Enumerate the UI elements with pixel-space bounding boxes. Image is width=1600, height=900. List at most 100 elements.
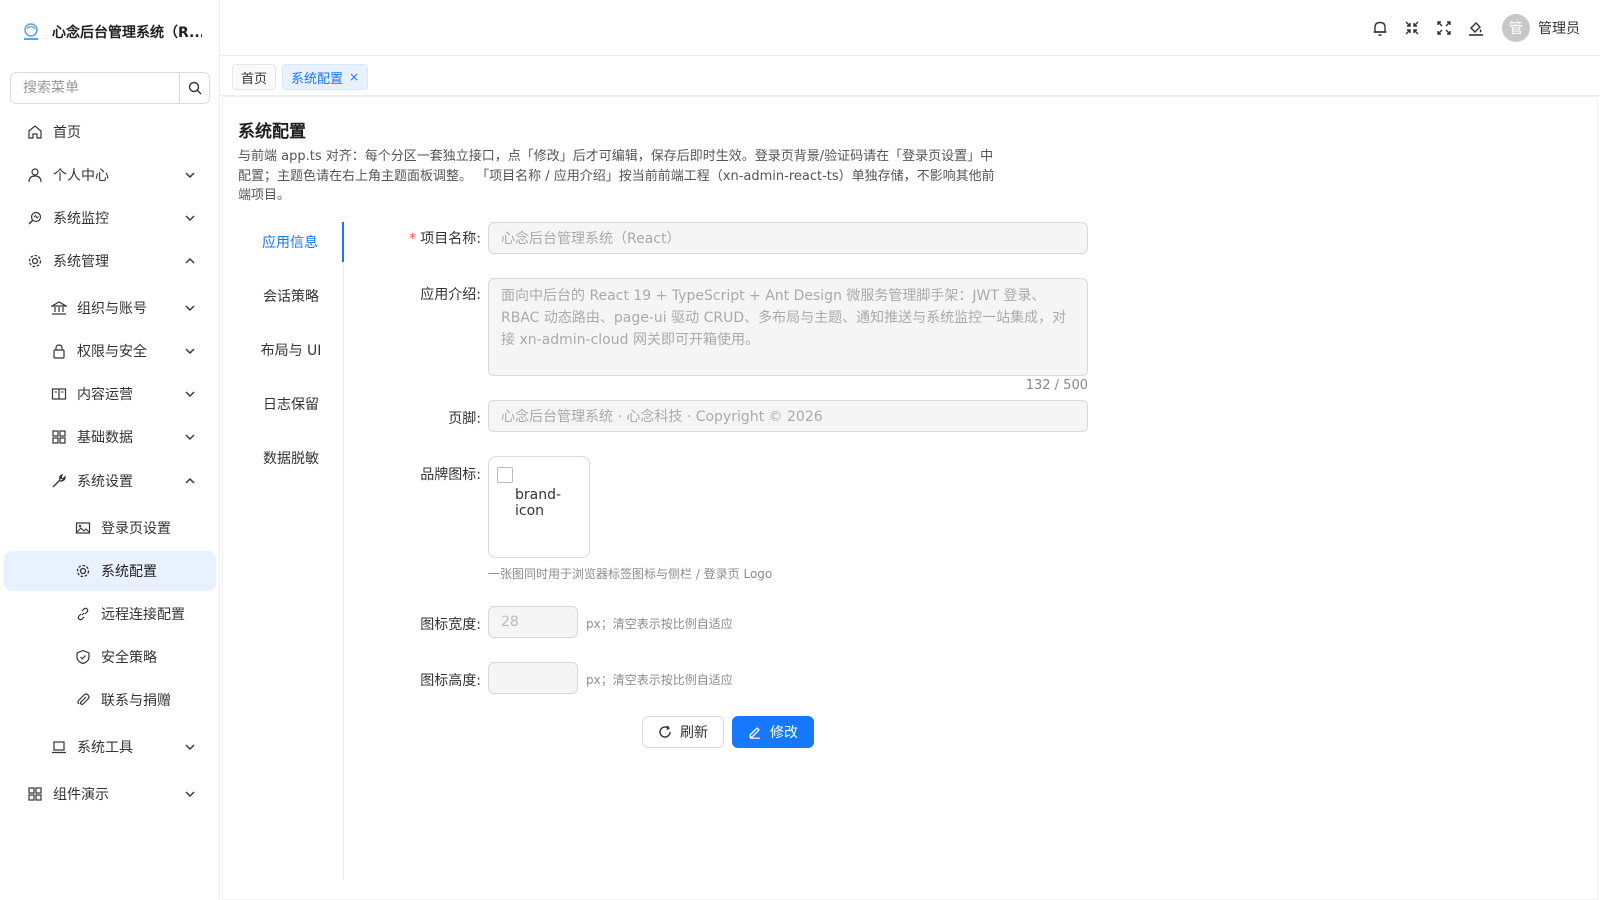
- sidebar-item-label: 首页: [53, 125, 81, 141]
- vtab-session-policy[interactable]: 会话策略: [238, 276, 344, 316]
- grid-icon: [50, 428, 68, 446]
- sidebar-item-label: 组织与账号: [77, 301, 147, 317]
- refresh-label: 刷新: [680, 725, 708, 741]
- project-name-input[interactable]: 心念后台管理系统（React）: [488, 222, 1088, 254]
- icon-width-label: 图标宽度:: [420, 617, 481, 633]
- grid-icon: [26, 785, 44, 803]
- broken-image-icon: [497, 467, 513, 483]
- icon-width-hint: px；清空表示按比例自适应: [586, 617, 733, 631]
- brand-icon-upload[interactable]: brand-icon: [488, 456, 590, 558]
- search-icon: [188, 81, 201, 95]
- brand-logo-icon: [24, 23, 38, 40]
- sidebar-item-login-page-settings[interactable]: 登录页设置: [4, 508, 216, 548]
- sidebar-item-org-account[interactable]: 组织与账号: [4, 288, 216, 328]
- intro-counter: 132 / 500: [1025, 378, 1088, 393]
- vtab-app-info[interactable]: 应用信息: [238, 222, 344, 262]
- refresh-button[interactable]: 刷新: [642, 716, 724, 748]
- sidebar-item-profile[interactable]: 个人中心: [4, 155, 216, 195]
- sidebar-item-remote-connection[interactable]: 远程连接配置: [4, 594, 216, 634]
- icon-height-label: 图标高度:: [420, 673, 481, 689]
- tabs-bar: [220, 56, 1600, 96]
- image-icon: [74, 519, 92, 537]
- sidebar-item-label: 系统设置: [77, 474, 133, 490]
- sidebar-item-basic-data[interactable]: 基础数据: [4, 417, 216, 457]
- sidebar-item-label: 基础数据: [77, 430, 133, 446]
- paperclip-icon: [74, 691, 92, 709]
- sidebar-item-system-settings[interactable]: 系统设置: [4, 461, 216, 501]
- sidebar-item-label: 系统工具: [77, 740, 133, 756]
- collapse-icon[interactable]: [1402, 18, 1422, 38]
- sidebar-item-label: 系统配置: [101, 564, 157, 580]
- brand-icon-hint: 一张图同时用于浏览器标签图标与侧栏 / 登录页 Logo: [488, 567, 773, 581]
- brand-icon-label: 品牌图标:: [420, 467, 481, 483]
- icon-width-input[interactable]: 28: [488, 606, 578, 638]
- laptop-icon: [50, 738, 68, 756]
- project-name-label: * 项目名称:: [409, 231, 481, 247]
- book-icon: [50, 385, 68, 403]
- sidebar-item-label: 内容运营: [77, 387, 133, 403]
- chevron-down-icon: [185, 791, 195, 797]
- close-icon[interactable]: ×: [349, 70, 359, 84]
- chevron-up-icon: [185, 258, 195, 264]
- bank-icon: [50, 299, 68, 317]
- user-icon: [26, 166, 44, 184]
- sidebar-item-label: 系统管理: [53, 254, 109, 270]
- sidebar-item-label: 系统监控: [53, 211, 109, 227]
- link-icon: [74, 605, 92, 623]
- lock-icon: [50, 342, 68, 360]
- content-card: [222, 96, 1598, 900]
- gear-icon: [26, 252, 44, 270]
- chevron-down-icon: [185, 434, 195, 440]
- edit-label: 修改: [770, 725, 798, 741]
- home-icon: [26, 123, 44, 141]
- vtab-data-masking[interactable]: 数据脱敏: [238, 438, 344, 478]
- menu-search: [10, 72, 210, 104]
- fullscreen-icon[interactable]: [1434, 18, 1454, 38]
- sidebar-item-label: 安全策略: [101, 650, 157, 666]
- sidebar-item-content-ops[interactable]: 内容运营: [4, 374, 216, 414]
- edit-icon: [748, 725, 762, 739]
- monitor-icon: [26, 209, 44, 227]
- sidebar-item-permission-security[interactable]: 权限与安全: [4, 331, 216, 371]
- wrench-icon: [50, 472, 68, 490]
- bell-icon[interactable]: [1370, 18, 1390, 38]
- menu-search-input[interactable]: [11, 73, 179, 103]
- intro-label: 应用介绍:: [420, 287, 481, 303]
- user-name[interactable]: 管理员: [1538, 18, 1580, 38]
- chevron-down-icon: [185, 172, 195, 178]
- sidebar-item-label: 个人中心: [53, 168, 109, 184]
- sidebar-item-monitor[interactable]: 系统监控: [4, 198, 216, 238]
- required-mark: *: [409, 231, 417, 247]
- page-title: 系统配置: [238, 122, 306, 142]
- sidebar-item-security-policy[interactable]: 安全策略: [4, 637, 216, 677]
- sidebar-item-system-tools[interactable]: 系统工具: [4, 727, 216, 767]
- edit-button[interactable]: 修改: [732, 716, 814, 748]
- chevron-up-icon: [185, 478, 195, 484]
- footer-label: 页脚:: [448, 411, 481, 427]
- gear-icon: [74, 562, 92, 580]
- vtab-layout-ui[interactable]: 布局与 UI: [238, 330, 344, 370]
- sidebar-item-contact-donate[interactable]: 联系与捐赠: [4, 680, 216, 720]
- vtab-log-retention[interactable]: 日志保留: [238, 384, 344, 424]
- theme-icon[interactable]: [1466, 18, 1486, 38]
- sidebar-item-system-management[interactable]: 系统管理: [4, 241, 216, 281]
- tab-label: 系统配置: [291, 71, 344, 87]
- sidebar-item-components-demo[interactable]: 组件演示: [4, 774, 216, 814]
- avatar[interactable]: 管: [1502, 14, 1530, 42]
- sidebar-item-label: 权限与安全: [77, 344, 147, 360]
- refresh-icon: [658, 725, 672, 739]
- search-button[interactable]: [179, 73, 209, 103]
- tab-home[interactable]: 首页: [232, 64, 277, 90]
- tab-label: 首页: [241, 71, 268, 87]
- brand-title: 心念后台管理系统（R...: [52, 25, 202, 41]
- brand[interactable]: 心念后台管理系统（R...: [0, 0, 219, 64]
- chevron-down-icon: [185, 391, 195, 397]
- intro-textarea[interactable]: 面向中后台的 React 19 + TypeScript + Ant Desig…: [488, 278, 1088, 376]
- icon-height-input[interactable]: [488, 662, 578, 694]
- footer-input[interactable]: 心念后台管理系统 · 心念科技 · Copyright © 2026: [488, 400, 1088, 432]
- sidebar-item-home[interactable]: 首页: [4, 112, 216, 152]
- sidebar-item-label: 组件演示: [53, 787, 109, 803]
- tab-system-config[interactable]: 系统配置 ×: [282, 64, 369, 90]
- sidebar-item-system-config[interactable]: 系统配置: [4, 551, 216, 591]
- sidebar-item-label: 联系与捐赠: [101, 693, 171, 709]
